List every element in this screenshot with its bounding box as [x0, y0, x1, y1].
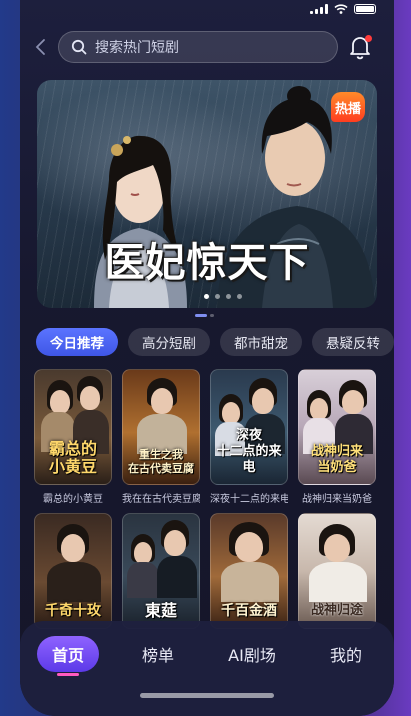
poster-title: 東莚 — [144, 601, 177, 620]
signal-icon — [310, 4, 328, 14]
drama-card[interactable]: 战神归来 当奶爸 战神归来当奶爸 — [298, 369, 376, 505]
notification-dot — [365, 35, 372, 42]
nav-ai-theater[interactable]: AI剧场 — [217, 636, 287, 672]
drama-poster[interactable]: 战神归来 当奶爸 — [298, 369, 376, 485]
featured-banner[interactable]: 热播 医妃惊天下 — [37, 80, 377, 308]
tab-high-score[interactable]: 高分短剧 — [128, 328, 210, 356]
search-icon — [71, 39, 87, 55]
drama-card[interactable]: 霸总的 小黄豆 霸总的小黄豆 — [34, 369, 112, 505]
search-input[interactable]: 搜索热门短剧 — [58, 31, 338, 63]
nav-home[interactable]: 首页 — [37, 636, 99, 676]
poster-title: 战神归来 当奶爸 — [310, 444, 363, 475]
tab-today-recommend[interactable]: 今日推荐 — [36, 328, 118, 356]
home-indicator[interactable] — [140, 693, 274, 698]
wifi-icon — [334, 4, 348, 14]
app-screen: 搜索热门短剧 热播 医妃惊天下 今日推荐 高分短剧 都市甜宠 悬疑反转 霸总的 … — [20, 0, 394, 716]
notification-button[interactable] — [348, 34, 372, 60]
tab-suspense[interactable]: 悬疑反转 — [312, 328, 394, 356]
battery-icon — [354, 4, 376, 14]
drama-card[interactable]: 千百金酒 — [210, 513, 288, 629]
nav-profile[interactable]: 我的 — [315, 636, 377, 672]
drama-poster[interactable]: 深夜 十二点的来电 — [210, 369, 288, 485]
drama-card[interactable]: 東莚 — [122, 513, 200, 629]
back-chevron-icon[interactable] — [34, 38, 48, 56]
drama-poster[interactable]: 千奇十玫 — [34, 513, 112, 629]
drama-title: 战神归来当奶爸 — [302, 494, 372, 505]
poster-title: 深夜 十二点的来电 — [216, 428, 282, 475]
drama-card[interactable]: 深夜 十二点的来电 深夜十二点的来电 — [210, 369, 288, 505]
drama-title: 深夜十二点的来电 — [210, 494, 288, 505]
poster-title: 重生之我 在古代卖豆腐 — [128, 448, 194, 475]
bottom-navigation: 首页 榜单 AI剧场 我的 — [20, 621, 394, 716]
drama-card[interactable]: 千奇十玫 — [34, 513, 112, 629]
poster-title: 千百金酒 — [221, 603, 277, 619]
banner-title: 医妃惊天下 — [104, 239, 310, 286]
drama-title: 霸总的小黄豆 — [43, 494, 103, 505]
hot-badge: 热播 — [331, 92, 365, 122]
poster-title: 战神归途 — [310, 603, 363, 618]
poster-title: 千奇十玫 — [45, 603, 101, 619]
pagination-dot — [215, 294, 220, 299]
section-indicator — [195, 314, 217, 318]
search-placeholder: 搜索热门短剧 — [95, 40, 179, 56]
nav-ranking[interactable]: 榜单 — [127, 636, 189, 672]
banner-pagination — [204, 294, 242, 299]
pagination-dot — [226, 294, 231, 299]
pagination-dot — [237, 294, 242, 299]
drama-poster[interactable]: 千百金酒 — [210, 513, 288, 629]
drama-poster[interactable]: 战神归途 — [298, 513, 376, 629]
drama-poster[interactable]: 東莚 — [122, 513, 200, 629]
drama-card[interactable]: 战神归途 — [298, 513, 376, 629]
drama-title: 我在在古代卖豆腐 — [122, 494, 200, 505]
drama-card[interactable]: 重生之我 在古代卖豆腐 我在在古代卖豆腐 — [122, 369, 200, 505]
drama-grid: 霸总的 小黄豆 霸总的小黄豆 重生之我 在古代卖豆腐 我在在古代卖豆腐 深夜 十… — [34, 369, 380, 629]
drama-poster[interactable]: 重生之我 在古代卖豆腐 — [122, 369, 200, 485]
category-tabs: 今日推荐 高分短剧 都市甜宠 悬疑反转 — [36, 328, 394, 356]
status-bar — [310, 2, 376, 16]
drama-poster[interactable]: 霸总的 小黄豆 — [34, 369, 112, 485]
tab-urban-romance[interactable]: 都市甜宠 — [220, 328, 302, 356]
pagination-dot — [204, 294, 209, 299]
poster-title: 霸总的 小黄豆 — [48, 439, 97, 476]
